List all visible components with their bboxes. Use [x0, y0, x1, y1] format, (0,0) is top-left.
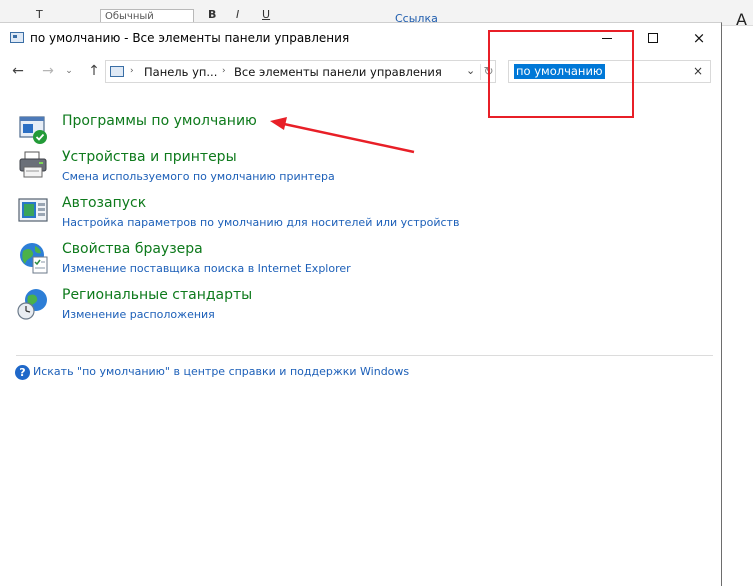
chevron-down-icon: ⌄ — [65, 66, 73, 76]
arrow-up-icon: ↑ — [88, 63, 100, 79]
item-title[interactable]: Программы по умолчанию — [62, 113, 257, 129]
divider — [16, 355, 713, 356]
maximize-icon — [648, 33, 658, 43]
address-dropdown-icon[interactable]: ⌄ — [466, 64, 475, 77]
underline-button[interactable]: U — [262, 8, 270, 21]
item-subtitle[interactable]: Смена используемого по умолчанию принтер… — [62, 170, 335, 183]
annotation-rectangle — [488, 30, 634, 118]
screenshot-root: Т Обычный B I U Ссылка А по умолчанию - … — [0, 0, 753, 586]
address-bar[interactable]: › Панель уп... › Все элементы панели упр… — [105, 60, 496, 83]
close-button[interactable]: × — [676, 23, 722, 53]
item-subtitle[interactable]: Настройка параметров по умолчанию для но… — [62, 216, 459, 229]
control-panel-icon — [10, 32, 24, 43]
control-panel-icon — [110, 66, 124, 77]
item-subtitle[interactable]: Изменение расположения — [62, 308, 215, 321]
autoplay-icon — [18, 198, 48, 222]
help-icon: ? — [15, 365, 30, 380]
up-button[interactable]: ↑ — [84, 61, 104, 81]
list-item-devices-printers[interactable]: Устройства и принтеры Смена используемог… — [17, 149, 617, 191]
arrow-left-icon: ← — [12, 63, 24, 79]
printer-icon — [19, 151, 47, 178]
recent-locations-button[interactable]: ⌄ — [62, 61, 76, 81]
item-title[interactable]: Свойства браузера — [62, 241, 203, 257]
internet-options-icon — [20, 243, 48, 274]
background-right-area — [722, 26, 753, 586]
list-item-region[interactable]: Региональные стандарты Изменение располо… — [17, 287, 617, 329]
item-title[interactable]: Устройства и принтеры — [62, 149, 237, 165]
bold-button[interactable]: B — [208, 8, 216, 21]
breadcrumb-separator: › — [222, 66, 226, 76]
region-globe-icon — [17, 289, 47, 320]
default-programs-icon — [19, 116, 47, 144]
window-title: по умолчанию - Все элементы панели управ… — [30, 31, 350, 45]
arrow-right-icon: → — [42, 63, 54, 79]
close-icon: × — [692, 28, 706, 47]
help-link-text[interactable]: Искать "по умолчанию" в центре справки и… — [33, 365, 409, 378]
back-button[interactable]: ← — [8, 61, 28, 81]
clear-search-icon[interactable]: × — [693, 64, 703, 78]
item-subtitle[interactable]: Изменение поставщика поиска в Internet E… — [62, 262, 351, 275]
list-item-autoplay[interactable]: Автозапуск Настройка параметров по умолч… — [17, 195, 617, 237]
list-item-internet-options[interactable]: Свойства браузера Изменение поставщика п… — [17, 241, 617, 283]
breadcrumb-control-panel[interactable]: Панель уп... — [144, 65, 217, 79]
maximize-button[interactable] — [630, 23, 676, 53]
forward-button[interactable]: → — [38, 61, 58, 81]
font-letter[interactable]: Т — [36, 8, 43, 21]
item-title[interactable]: Региональные стандарты — [62, 287, 252, 303]
item-title[interactable]: Автозапуск — [62, 195, 146, 211]
breadcrumb-separator: › — [130, 66, 134, 76]
italic-button[interactable]: I — [236, 8, 239, 21]
breadcrumb-all-items[interactable]: Все элементы панели управления — [234, 65, 442, 79]
